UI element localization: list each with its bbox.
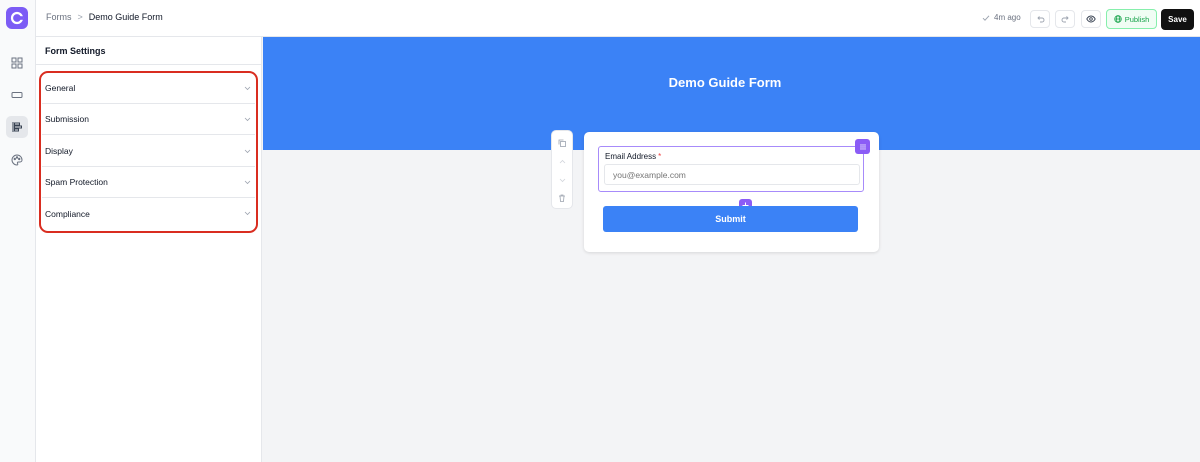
- palette-icon[interactable]: [6, 149, 28, 171]
- top-bar: Forms > Demo Guide Form 4m ago Publish S…: [36, 0, 1200, 37]
- eye-icon: [1086, 15, 1096, 23]
- accordion-display[interactable]: Display: [42, 136, 255, 167]
- accordion-submission[interactable]: Submission: [42, 104, 255, 135]
- accordion-label: Submission: [45, 114, 89, 124]
- saved-status: 4m ago: [982, 13, 1021, 22]
- delete-button[interactable]: [552, 190, 572, 206]
- publish-button[interactable]: Publish: [1106, 9, 1157, 29]
- redo-icon: [1061, 15, 1069, 22]
- chevron-down-icon: [244, 180, 251, 184]
- form-title: Demo Guide Form: [668, 75, 782, 90]
- input-field-icon[interactable]: [6, 84, 28, 106]
- breadcrumb: Forms > Demo Guide Form: [46, 12, 163, 22]
- move-down-button[interactable]: [552, 172, 572, 188]
- field-label-text: Email Address: [605, 152, 657, 161]
- divider: [36, 64, 262, 65]
- breadcrumb-forms-link[interactable]: Forms: [46, 12, 72, 22]
- check-icon: [982, 14, 990, 21]
- accordion-general[interactable]: General: [42, 73, 255, 104]
- required-mark: *: [658, 152, 662, 161]
- email-field-label: Email Address *: [605, 152, 661, 161]
- chevron-down-icon: [244, 211, 251, 216]
- breadcrumb-current: Demo Guide Form: [88, 12, 163, 22]
- accordion-label: General: [45, 83, 76, 93]
- form-canvas: Demo Guide Form Email Address* Submit: [263, 37, 1200, 462]
- drag-handle-icon[interactable]: [855, 139, 870, 154]
- accordion-label: Display: [45, 146, 73, 156]
- settings-layout-icon[interactable]: [6, 116, 28, 138]
- form-card: Email Address* Submit: [584, 132, 879, 252]
- breadcrumb-separator: >: [77, 12, 83, 22]
- grid-icon[interactable]: [6, 52, 28, 74]
- undo-button[interactable]: [1030, 10, 1050, 28]
- accordion-compliance[interactable]: Compliance: [42, 198, 255, 229]
- saved-time: 4m ago: [994, 13, 1021, 22]
- chevron-down-icon: [244, 149, 251, 153]
- chevron-down-icon: [244, 86, 251, 90]
- copy-icon: [558, 139, 566, 147]
- preview-button[interactable]: [1081, 10, 1101, 28]
- form-settings-panel: Form Settings General Submission Display…: [36, 37, 262, 462]
- chevron-up-icon: [559, 159, 565, 163]
- globe-icon: [1113, 15, 1122, 23]
- accordion-label: Spam Protection: [45, 177, 108, 187]
- chevron-down-icon: [559, 178, 565, 182]
- accordion-spam-protection[interactable]: Spam Protection: [42, 167, 255, 198]
- undo-icon: [1036, 15, 1044, 22]
- trash-icon: [559, 194, 565, 202]
- email-field-block[interactable]: Email Address *: [598, 146, 864, 212]
- app-logo-icon[interactable]: [6, 7, 28, 29]
- submit-button[interactable]: Submit: [603, 206, 858, 232]
- email-input[interactable]: [604, 164, 860, 185]
- publish-label: Publish: [1124, 14, 1150, 24]
- save-button[interactable]: Save: [1161, 9, 1194, 30]
- redo-button[interactable]: [1055, 10, 1075, 28]
- move-up-button[interactable]: [552, 153, 572, 169]
- field-toolbar: [551, 130, 573, 209]
- panel-title: Form Settings: [45, 46, 106, 56]
- icon-rail: [0, 0, 36, 462]
- duplicate-button[interactable]: [552, 135, 572, 151]
- accordion-label: Compliance: [45, 208, 90, 219]
- chevron-down-icon: [244, 117, 251, 121]
